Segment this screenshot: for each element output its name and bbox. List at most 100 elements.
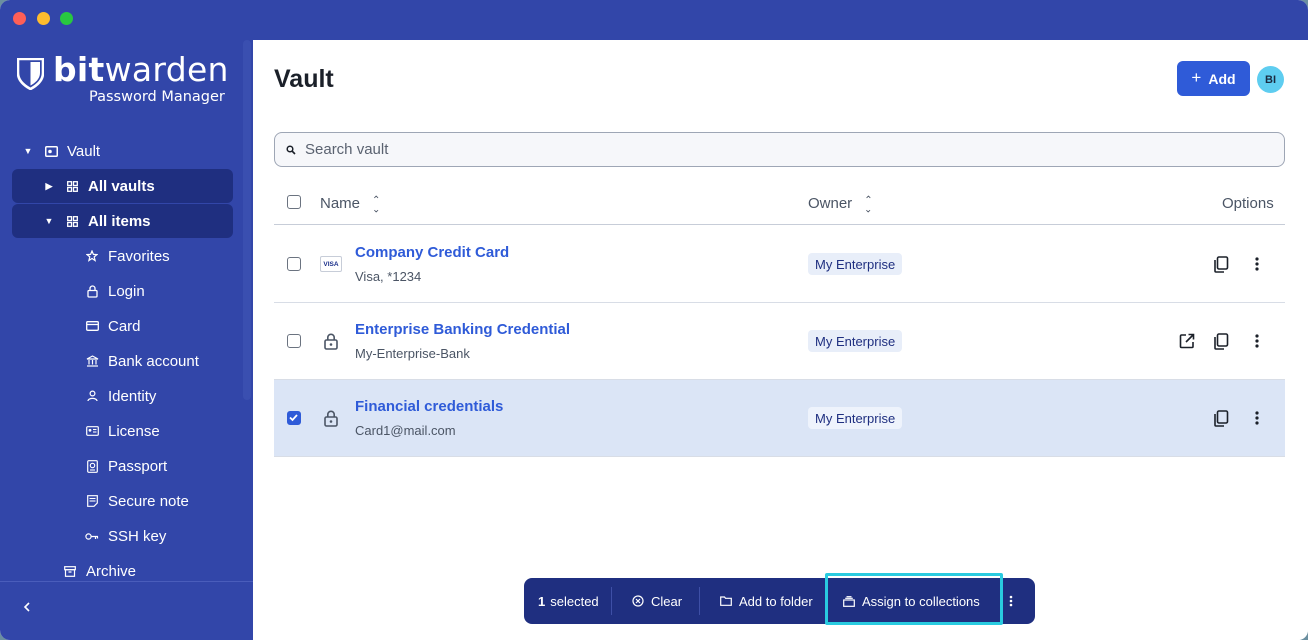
sidebar-item-label: License bbox=[108, 422, 160, 440]
search-input[interactable] bbox=[305, 141, 1205, 158]
copy-button[interactable] bbox=[1210, 407, 1232, 429]
close-window-button[interactable] bbox=[13, 12, 26, 25]
kebab-menu-icon bbox=[1009, 595, 1013, 607]
clear-selection-button[interactable]: Clear bbox=[632, 578, 682, 624]
row-checkbox[interactable] bbox=[287, 257, 301, 271]
lock-icon bbox=[320, 331, 342, 351]
sidebar-item-archive[interactable]: Archive bbox=[62, 554, 136, 581]
shield-logo-icon bbox=[17, 58, 44, 90]
copy-icon bbox=[1214, 332, 1229, 350]
table-row[interactable]: Financial credentials Card1@mail.com My … bbox=[274, 380, 1285, 457]
add-to-folder-button[interactable]: Add to folder bbox=[720, 578, 813, 624]
column-label: Options bbox=[1222, 195, 1274, 212]
sort-icon: ⌃ ⌃ bbox=[372, 194, 381, 213]
page-title: Vault bbox=[274, 65, 334, 93]
app-window: bitwarden Password Manager ▼ Vault ▶ All… bbox=[0, 0, 1308, 640]
selected-count: 1 bbox=[538, 593, 546, 609]
sidebar-item-secure-note[interactable]: Secure note bbox=[84, 484, 189, 518]
collapse-sidebar-button[interactable] bbox=[20, 600, 38, 618]
owner-badge: My Enterprise bbox=[808, 253, 903, 275]
key-icon bbox=[84, 528, 100, 544]
external-link-icon bbox=[1179, 333, 1195, 349]
sidebar-item-passport[interactable]: Passport bbox=[84, 449, 167, 483]
bitwarden-logo: bitwarden Password Manager bbox=[17, 50, 237, 109]
selection-count: 1 selected bbox=[538, 578, 599, 624]
person-icon bbox=[84, 388, 100, 404]
main-content: Vault + Add BI Name ⌃⌃ Owner ⌃⌃ bbox=[253, 40, 1308, 640]
add-to-folder-label: Add to folder bbox=[739, 593, 813, 609]
row-checkbox[interactable] bbox=[287, 334, 301, 348]
sidebar-item-label: Passport bbox=[108, 457, 168, 475]
search-icon bbox=[286, 144, 296, 155]
visa-card-icon: VISA bbox=[320, 254, 342, 274]
sidebar-item-ssh-key[interactable]: SSH key bbox=[84, 519, 166, 553]
item-name-link[interactable]: Company Credit Card bbox=[355, 244, 509, 261]
column-label: Owner bbox=[808, 195, 853, 212]
grid-icon bbox=[64, 178, 80, 194]
table-row[interactable]: VISA Company Credit Card Visa, *1234 My … bbox=[274, 226, 1285, 303]
sort-icon: ⌃ ⌃ bbox=[864, 194, 873, 213]
sidebar-item-all-items-content[interactable]: ▼ All items bbox=[44, 204, 151, 238]
sidebar-item-label: Bank account bbox=[108, 352, 199, 370]
sidebar-item-card[interactable]: Card bbox=[84, 309, 141, 343]
bulk-more-button[interactable] bbox=[1009, 578, 1013, 624]
sidebar-item-vault[interactable]: ▼ Vault bbox=[23, 134, 101, 168]
add-button[interactable]: + Add bbox=[1177, 61, 1250, 96]
lock-icon bbox=[320, 408, 342, 428]
plus-icon: + bbox=[1191, 67, 1202, 87]
table-row[interactable]: Enterprise Banking Credential My-Enterpr… bbox=[274, 303, 1285, 380]
sidebar-item-all-vaults-content[interactable]: ▶ All vaults bbox=[44, 169, 155, 203]
lock-icon bbox=[84, 283, 100, 299]
focus-highlight bbox=[825, 573, 1003, 625]
select-all-checkbox[interactable] bbox=[287, 195, 301, 209]
sidebar-scrollbar[interactable] bbox=[243, 40, 251, 400]
more-options-button[interactable] bbox=[1246, 407, 1268, 429]
bank-icon bbox=[84, 353, 100, 369]
sidebar-item-label: Login bbox=[108, 282, 145, 300]
name-column-header[interactable]: Name ⌃ ⌃ bbox=[320, 194, 381, 213]
launch-button[interactable] bbox=[1176, 330, 1198, 352]
sidebar-item-bank-account[interactable]: Bank account bbox=[84, 344, 199, 378]
id-card-icon bbox=[84, 423, 100, 439]
table-header: Name ⌃ ⌃ Owner ⌃ ⌃ Options bbox=[274, 185, 1285, 225]
copy-button[interactable] bbox=[1210, 330, 1232, 352]
bulk-divider bbox=[611, 587, 612, 615]
kebab-menu-icon bbox=[1255, 411, 1259, 425]
sidebar: bitwarden Password Manager ▼ Vault ▶ All… bbox=[0, 40, 253, 640]
more-options-button[interactable] bbox=[1246, 253, 1268, 275]
item-name-link[interactable]: Financial credentials bbox=[355, 398, 503, 415]
copy-button[interactable] bbox=[1210, 253, 1232, 275]
item-name-link[interactable]: Enterprise Banking Credential bbox=[355, 321, 570, 338]
card-icon bbox=[84, 318, 100, 334]
maximize-window-button[interactable] bbox=[60, 12, 73, 25]
item-subtitle: Card1@mail.com bbox=[355, 423, 456, 438]
clear-circle-icon bbox=[632, 595, 644, 607]
folder-icon bbox=[720, 596, 732, 606]
row-checkbox[interactable] bbox=[287, 411, 301, 425]
checkmark-icon bbox=[289, 414, 298, 422]
sidebar-divider bbox=[0, 581, 253, 582]
bulk-divider bbox=[699, 587, 700, 615]
sidebar-item-label: Secure note bbox=[108, 492, 189, 510]
sidebar-item-license[interactable]: License bbox=[84, 414, 160, 448]
copy-icon bbox=[1214, 255, 1229, 273]
sidebar-item-login[interactable]: Login bbox=[84, 274, 145, 308]
search-box[interactable] bbox=[274, 132, 1285, 167]
sidebar-item-label: Favorites bbox=[108, 247, 170, 265]
title-bar bbox=[0, 0, 1308, 40]
owner-column-header[interactable]: Owner ⌃ ⌃ bbox=[808, 194, 873, 213]
sidebar-item-identity[interactable]: Identity bbox=[84, 379, 156, 413]
avatar[interactable]: BI bbox=[1257, 66, 1284, 93]
logo-wordmark: bitwarden bbox=[53, 50, 229, 89]
item-subtitle: Visa, *1234 bbox=[355, 269, 422, 284]
sidebar-item-label: All items bbox=[88, 212, 151, 230]
selected-label: selected bbox=[550, 593, 599, 609]
minimize-window-button[interactable] bbox=[37, 12, 50, 25]
sidebar-item-favorites[interactable]: Favorites bbox=[84, 239, 170, 273]
sidebar-item-label: Identity bbox=[108, 387, 157, 405]
add-button-label: Add bbox=[1208, 70, 1236, 87]
archive-icon bbox=[62, 563, 78, 579]
more-options-button[interactable] bbox=[1246, 330, 1268, 352]
owner-badge: My Enterprise bbox=[808, 330, 903, 352]
copy-icon bbox=[1214, 409, 1229, 427]
